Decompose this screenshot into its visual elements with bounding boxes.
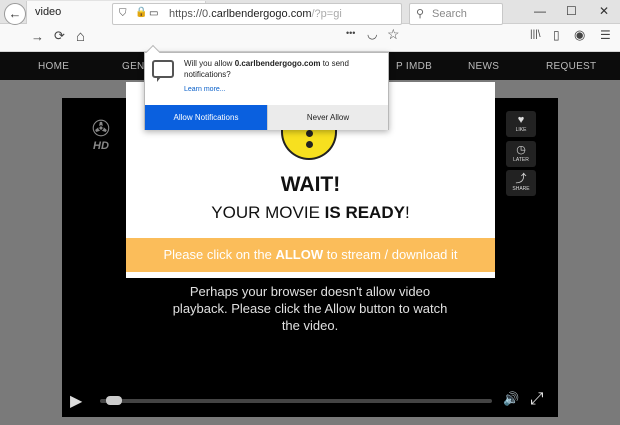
sidebar-icon[interactable]: ▯ (553, 28, 560, 42)
notification-question: Will you allow 0.carlbendergogo.com to s… (184, 58, 384, 80)
face-eye (306, 141, 313, 148)
banner-suffix: to stream / download it (323, 247, 458, 262)
share-button[interactable]: ⤴ SHARE (506, 170, 536, 196)
url-suffix: /?p=gi (311, 8, 342, 20)
notification-permission-icon[interactable]: ▭ (149, 8, 158, 19)
maximize-icon[interactable]: ☐ (566, 4, 577, 18)
share-label: SHARE (512, 186, 530, 192)
bookmark-star-icon[interactable]: ☆ (387, 26, 400, 43)
forward-icon[interactable]: → (31, 29, 44, 44)
like-label: LIKE (515, 127, 527, 133)
question-prefix: Will you allow (184, 59, 235, 68)
never-allow-button[interactable]: Never Allow (267, 105, 388, 130)
message-line-3: the video. (281, 318, 339, 333)
navigation-toolbar (0, 24, 620, 52)
page-actions-icon[interactable]: ••• (346, 28, 355, 38)
learn-more-link[interactable]: Learn more... (184, 86, 226, 93)
fullscreen-icon[interactable]: ⤢ (530, 389, 544, 409)
ready-suffix: ! (404, 203, 410, 222)
message-line-1: Perhaps your browser doesn't allow video (189, 284, 431, 299)
search-icon: ⚲ (416, 8, 425, 20)
window-close-icon[interactable]: ✕ (599, 4, 609, 18)
allow-instruction-banner[interactable]: Please click on the ALLOW to stream / do… (126, 238, 495, 272)
site-nav-home[interactable]: HOME (38, 61, 69, 72)
reload-icon[interactable]: ⟳ (54, 28, 65, 44)
play-icon[interactable]: ▶ (70, 391, 82, 411)
site-nav-imdb[interactable]: P IMDB (396, 61, 432, 72)
library-icon[interactable]: |||\ (530, 29, 541, 40)
account-icon[interactable]: ◉ (574, 27, 585, 43)
message-line-2: playback. Please click the Allow button … (172, 301, 448, 316)
menu-icon[interactable]: ☰ (600, 28, 611, 42)
lock-icon[interactable]: 🔒 (135, 7, 147, 18)
later-label: LATER (513, 157, 529, 163)
hd-label: HD (93, 140, 109, 152)
search-bar[interactable]: ⚲ Search (409, 3, 503, 25)
search-placeholder: Search (432, 8, 467, 20)
url-host: carlbendergogo.com (211, 8, 312, 20)
ready-bold: IS READY (324, 203, 405, 222)
share-icon: ⤴ (515, 173, 527, 185)
face-eye (306, 130, 313, 137)
url-prefix: https://0. (169, 8, 212, 20)
banner-bold: ALLOW (275, 247, 324, 262)
allow-notifications-button[interactable]: Allow Notifications (145, 105, 267, 130)
film-reel-icon: ✇ (91, 116, 111, 141)
tab-title: video (35, 6, 62, 18)
back-icon[interactable]: ← (4, 3, 26, 25)
url-text: https://0.carlbendergogo.com/?p=gi (169, 8, 342, 20)
playback-message: Perhaps your browser doesn't allow video… (150, 283, 470, 334)
url-bar[interactable]: ⛉ 🔒 ▭ https://0.carlbendergogo.com/?p=gi (112, 3, 402, 25)
ready-prefix: YOUR MOVIE (211, 203, 325, 222)
heart-icon: ♥ (517, 114, 525, 126)
banner-text: Please click on the ALLOW to stream / do… (126, 247, 495, 262)
progress-bar[interactable] (100, 399, 492, 403)
pocket-icon[interactable]: ◡ (367, 27, 377, 41)
banner-prefix: Please click on the (163, 247, 276, 262)
volume-icon[interactable]: 🔊 (503, 391, 519, 407)
minimize-icon[interactable]: — (534, 4, 546, 18)
home-icon[interactable]: ⌂ (76, 28, 85, 45)
site-nav-news[interactable]: NEWS (468, 61, 499, 72)
wait-heading: WAIT! (280, 173, 341, 196)
hd-reel-icon: ✇ HD (86, 118, 116, 156)
shield-icon[interactable]: ⛉ (119, 8, 127, 19)
progress-handle[interactable] (106, 396, 122, 405)
movie-ready-heading: YOUR MOVIE IS READY! (126, 203, 495, 223)
notification-message-icon (152, 60, 174, 82)
question-host: 0.carlbendergogo.com (234, 59, 321, 68)
like-button[interactable]: ♥ LIKE (506, 111, 536, 137)
site-nav-request[interactable]: REQUEST (546, 61, 596, 72)
watch-later-button[interactable]: ◷ LATER (506, 141, 536, 167)
clock-icon: ◷ (516, 144, 526, 156)
